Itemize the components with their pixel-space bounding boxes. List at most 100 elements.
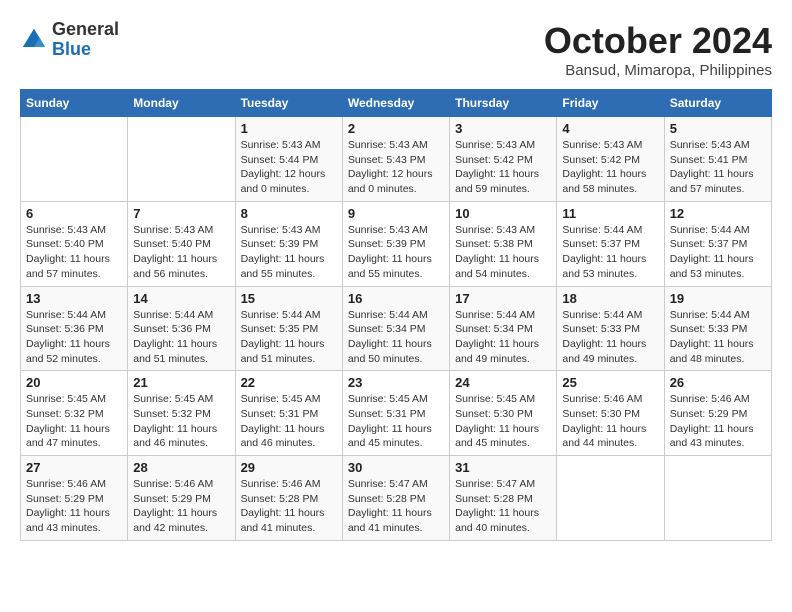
calendar-cell: 20 Sunrise: 5:45 AM Sunset: 5:32 PM Dayli…: [21, 371, 128, 456]
weekday-header: Sunday: [21, 90, 128, 117]
day-info: Sunrise: 5:44 AM Sunset: 5:34 PM Dayligh…: [455, 308, 551, 367]
calendar-cell: 10 Sunrise: 5:43 AM Sunset: 5:38 PM Dayli…: [450, 201, 557, 286]
weekday-header: Monday: [128, 90, 235, 117]
weekday-header: Friday: [557, 90, 664, 117]
calendar-cell: 2Sunrise: 5:43 AM Sunset: 5:43 PM Daylig…: [342, 117, 449, 202]
day-number: 23: [348, 375, 444, 390]
day-number: 29: [241, 460, 337, 475]
day-number: 9: [348, 206, 444, 221]
day-info: Sunrise: 5:44 AM Sunset: 5:37 PM Dayligh…: [670, 223, 766, 282]
day-number: 1: [241, 121, 337, 136]
calendar-week-row: 6 Sunrise: 5:43 AM Sunset: 5:40 PM Daylig…: [21, 201, 772, 286]
logo-text: General Blue: [52, 20, 119, 60]
day-number: 24: [455, 375, 551, 390]
day-number: 19: [670, 291, 766, 306]
day-number: 26: [670, 375, 766, 390]
day-number: 27: [26, 460, 122, 475]
calendar-cell: 1 Sunrise: 5:43 AM Sunset: 5:44 PM Daylig…: [235, 117, 342, 202]
day-info: Sunrise: 5:46 AM Sunset: 5:28 PM Dayligh…: [241, 477, 337, 536]
calendar-week-row: 13 Sunrise: 5:44 AM Sunset: 5:36 PM Dayli…: [21, 286, 772, 371]
day-number: 25: [562, 375, 658, 390]
logo-icon: [20, 26, 48, 54]
day-number: 3: [455, 121, 551, 136]
calendar-cell: 18 Sunrise: 5:44 AM Sunset: 5:33 PM Dayli…: [557, 286, 664, 371]
calendar-cell: 28 Sunrise: 5:46 AM Sunset: 5:29 PM Dayli…: [128, 456, 235, 541]
calendar-cell: 14Sunrise: 5:44 AM Sunset: 5:36 PM Dayli…: [128, 286, 235, 371]
day-info: Sunrise: 5:43 AM Sunset: 5:42 PM Dayligh…: [455, 138, 551, 197]
day-number: 6: [26, 206, 122, 221]
weekday-header: Tuesday: [235, 90, 342, 117]
calendar-cell: 29 Sunrise: 5:46 AM Sunset: 5:28 PM Dayli…: [235, 456, 342, 541]
day-info: Sunrise: 5:45 AM Sunset: 5:31 PM Dayligh…: [241, 392, 337, 451]
weekday-header: Wednesday: [342, 90, 449, 117]
day-info: Sunrise: 5:44 AM Sunset: 5:33 PM Dayligh…: [562, 308, 658, 367]
calendar-cell: 24 Sunrise: 5:45 AM Sunset: 5:30 PM Dayli…: [450, 371, 557, 456]
day-info: Sunrise: 5:47 AM Sunset: 5:28 PM Dayligh…: [455, 477, 551, 536]
day-number: 17: [455, 291, 551, 306]
day-number: 30: [348, 460, 444, 475]
calendar-cell: [128, 117, 235, 202]
calendar-cell: 12 Sunrise: 5:44 AM Sunset: 5:37 PM Dayli…: [664, 201, 771, 286]
day-info: Sunrise: 5:45 AM Sunset: 5:31 PM Dayligh…: [348, 392, 444, 451]
calendar-cell: 13 Sunrise: 5:44 AM Sunset: 5:36 PM Dayli…: [21, 286, 128, 371]
day-info: Sunrise: 5:44 AM Sunset: 5:36 PM Dayligh…: [26, 308, 122, 367]
calendar-cell: [664, 456, 771, 541]
day-number: 22: [241, 375, 337, 390]
day-info: Sunrise: 5:43 AM Sunset: 5:38 PM Dayligh…: [455, 223, 551, 282]
day-number: 18: [562, 291, 658, 306]
day-info: Sunrise: 5:44 AM Sunset: 5:35 PM Dayligh…: [241, 308, 337, 367]
calendar-cell: 17 Sunrise: 5:44 AM Sunset: 5:34 PM Dayli…: [450, 286, 557, 371]
day-info: Sunrise: 5:43 AM Sunset: 5:40 PM Dayligh…: [26, 223, 122, 282]
day-info: Sunrise: 5:43 AM Sunset: 5:39 PM Dayligh…: [241, 223, 337, 282]
calendar-cell: 5Sunrise: 5:43 AM Sunset: 5:41 PM Daylig…: [664, 117, 771, 202]
day-info: Sunrise: 5:44 AM Sunset: 5:33 PM Dayligh…: [670, 308, 766, 367]
calendar-cell: 26 Sunrise: 5:46 AM Sunset: 5:29 PM Dayli…: [664, 371, 771, 456]
day-info: Sunrise: 5:46 AM Sunset: 5:29 PM Dayligh…: [670, 392, 766, 451]
calendar-cell: 19 Sunrise: 5:44 AM Sunset: 5:33 PM Dayli…: [664, 286, 771, 371]
calendar-cell: 22 Sunrise: 5:45 AM Sunset: 5:31 PM Dayli…: [235, 371, 342, 456]
day-number: 7: [133, 206, 229, 221]
day-info: Sunrise: 5:46 AM Sunset: 5:30 PM Dayligh…: [562, 392, 658, 451]
day-number: 20: [26, 375, 122, 390]
calendar-week-row: 1 Sunrise: 5:43 AM Sunset: 5:44 PM Daylig…: [21, 117, 772, 202]
day-number: 16: [348, 291, 444, 306]
calendar-cell: 11 Sunrise: 5:44 AM Sunset: 5:37 PM Dayli…: [557, 201, 664, 286]
calendar-cell: 3 Sunrise: 5:43 AM Sunset: 5:42 PM Daylig…: [450, 117, 557, 202]
day-number: 12: [670, 206, 766, 221]
weekday-header-row: SundayMondayTuesdayWednesdayThursdayFrid…: [21, 90, 772, 117]
day-info: Sunrise: 5:45 AM Sunset: 5:32 PM Dayligh…: [133, 392, 229, 451]
day-info: Sunrise: 5:46 AM Sunset: 5:29 PM Dayligh…: [133, 477, 229, 536]
calendar-week-row: 27 Sunrise: 5:46 AM Sunset: 5:29 PM Dayli…: [21, 456, 772, 541]
calendar-cell: 7Sunrise: 5:43 AM Sunset: 5:40 PM Daylig…: [128, 201, 235, 286]
day-info: Sunrise: 5:43 AM Sunset: 5:41 PM Dayligh…: [670, 138, 766, 197]
day-number: 15: [241, 291, 337, 306]
day-info: Sunrise: 5:43 AM Sunset: 5:42 PM Dayligh…: [562, 138, 658, 197]
day-number: 2: [348, 121, 444, 136]
calendar-cell: 6 Sunrise: 5:43 AM Sunset: 5:40 PM Daylig…: [21, 201, 128, 286]
day-info: Sunrise: 5:45 AM Sunset: 5:32 PM Dayligh…: [26, 392, 122, 451]
day-number: 11: [562, 206, 658, 221]
day-info: Sunrise: 5:45 AM Sunset: 5:30 PM Dayligh…: [455, 392, 551, 451]
day-info: Sunrise: 5:46 AM Sunset: 5:29 PM Dayligh…: [26, 477, 122, 536]
day-info: Sunrise: 5:43 AM Sunset: 5:39 PM Dayligh…: [348, 223, 444, 282]
calendar-cell: 8Sunrise: 5:43 AM Sunset: 5:39 PM Daylig…: [235, 201, 342, 286]
day-info: Sunrise: 5:43 AM Sunset: 5:44 PM Dayligh…: [241, 138, 337, 197]
day-number: 14: [133, 291, 229, 306]
day-number: 13: [26, 291, 122, 306]
location-subtitle: Bansud, Mimaropa, Philippines: [544, 62, 772, 79]
calendar-cell: 27 Sunrise: 5:46 AM Sunset: 5:29 PM Dayli…: [21, 456, 128, 541]
calendar-cell: 16Sunrise: 5:44 AM Sunset: 5:34 PM Dayli…: [342, 286, 449, 371]
calendar-table: SundayMondayTuesdayWednesdayThursdayFrid…: [20, 89, 772, 541]
calendar-cell: 15 Sunrise: 5:44 AM Sunset: 5:35 PM Dayli…: [235, 286, 342, 371]
day-number: 28: [133, 460, 229, 475]
title-block: October 2024 Bansud, Mimaropa, Philippin…: [544, 20, 772, 79]
calendar-cell: [557, 456, 664, 541]
calendar-cell: 23 Sunrise: 5:45 AM Sunset: 5:31 PM Dayli…: [342, 371, 449, 456]
calendar-cell: 25 Sunrise: 5:46 AM Sunset: 5:30 PM Dayli…: [557, 371, 664, 456]
day-number: 31: [455, 460, 551, 475]
day-number: 4: [562, 121, 658, 136]
weekday-header: Thursday: [450, 90, 557, 117]
calendar-cell: 21Sunrise: 5:45 AM Sunset: 5:32 PM Dayli…: [128, 371, 235, 456]
day-number: 10: [455, 206, 551, 221]
day-info: Sunrise: 5:44 AM Sunset: 5:37 PM Dayligh…: [562, 223, 658, 282]
